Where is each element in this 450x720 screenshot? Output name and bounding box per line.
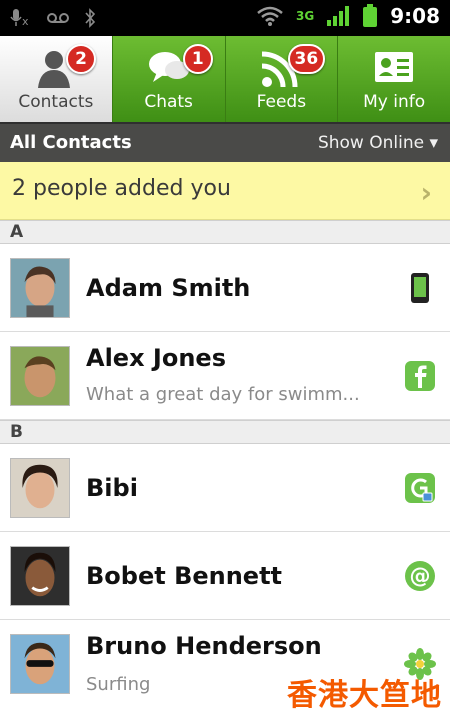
- tab-label: Chats: [144, 92, 193, 112]
- avatar: [10, 634, 70, 694]
- svg-text:@: @: [410, 564, 431, 588]
- avatar: [10, 458, 70, 518]
- voicemail-icon: [47, 13, 69, 23]
- tab-label: My info: [363, 92, 426, 112]
- list-item[interactable]: Bobet Bennett @: [0, 532, 450, 620]
- section-header: A: [0, 220, 450, 244]
- tab-badge: 1: [182, 44, 213, 74]
- tab-chats[interactable]: 1 Chats: [111, 36, 225, 122]
- tab-contacts[interactable]: 2 Contacts: [0, 36, 112, 122]
- watermark: 香港大笪地: [287, 678, 442, 713]
- clock: 9:08: [390, 4, 440, 28]
- wifi-icon: [257, 6, 283, 26]
- list-title: All Contacts: [10, 132, 132, 153]
- contact-status: Surfing: [86, 674, 151, 695]
- mic-muted-icon: x: [10, 9, 29, 28]
- facebook-icon: [405, 361, 435, 391]
- contact-name: Adam Smith: [86, 274, 251, 302]
- list-header: All Contacts Show Online ▾: [0, 122, 450, 162]
- status-icons-left: x: [10, 8, 96, 28]
- avatar: [10, 258, 70, 318]
- friend-requests-banner[interactable]: 2 people added you ›: [0, 162, 450, 220]
- contact-name: Alex Jones: [86, 344, 226, 372]
- list-item[interactable]: Adam Smith: [0, 244, 450, 332]
- avatar: [10, 346, 70, 406]
- status-icons-right: 3G 9:08: [256, 4, 440, 28]
- tab-feeds[interactable]: 36 Feeds: [224, 36, 338, 122]
- list-item[interactable]: Alex Jones What a great day for swimm...: [0, 332, 450, 420]
- tab-label: Contacts: [18, 92, 94, 112]
- chevron-right-icon: ›: [420, 176, 432, 209]
- show-online-dropdown[interactable]: Show Online ▾: [318, 133, 438, 153]
- section-header: B: [0, 420, 450, 444]
- tab-label: Feeds: [256, 92, 307, 112]
- contact-name: Bibi: [86, 474, 138, 502]
- tab-bar: 2 Contacts 1 Chats 36 Feeds My info: [0, 36, 450, 122]
- bluetooth-icon: [85, 8, 96, 28]
- phone-icon: [411, 273, 429, 303]
- network-type-icon: 3G: [296, 10, 314, 22]
- section-letter: B: [10, 422, 23, 442]
- tab-badge: 2: [66, 44, 96, 74]
- contact-name: Bobet Bennett: [86, 562, 283, 590]
- gtalk-icon: [405, 473, 435, 503]
- contact-status: What a great day for swimm...: [86, 384, 360, 405]
- battery-icon: [363, 4, 378, 27]
- avatar: [10, 546, 70, 606]
- svg-text:x: x: [22, 15, 29, 28]
- network-type-label: 3G: [296, 9, 315, 23]
- tab-my-info[interactable]: My info: [337, 36, 450, 122]
- list-item[interactable]: Bibi: [0, 444, 450, 532]
- contact-name: Bruno Henderson: [86, 632, 322, 660]
- status-bar: x 3G 9:08: [0, 0, 450, 36]
- email-at-icon: @: [405, 561, 435, 591]
- signal-icon: [327, 6, 350, 26]
- section-letter: A: [10, 222, 24, 242]
- tab-badge: 36: [287, 44, 326, 74]
- id-card-icon: [375, 52, 414, 82]
- banner-text: 2 people added you: [12, 176, 231, 201]
